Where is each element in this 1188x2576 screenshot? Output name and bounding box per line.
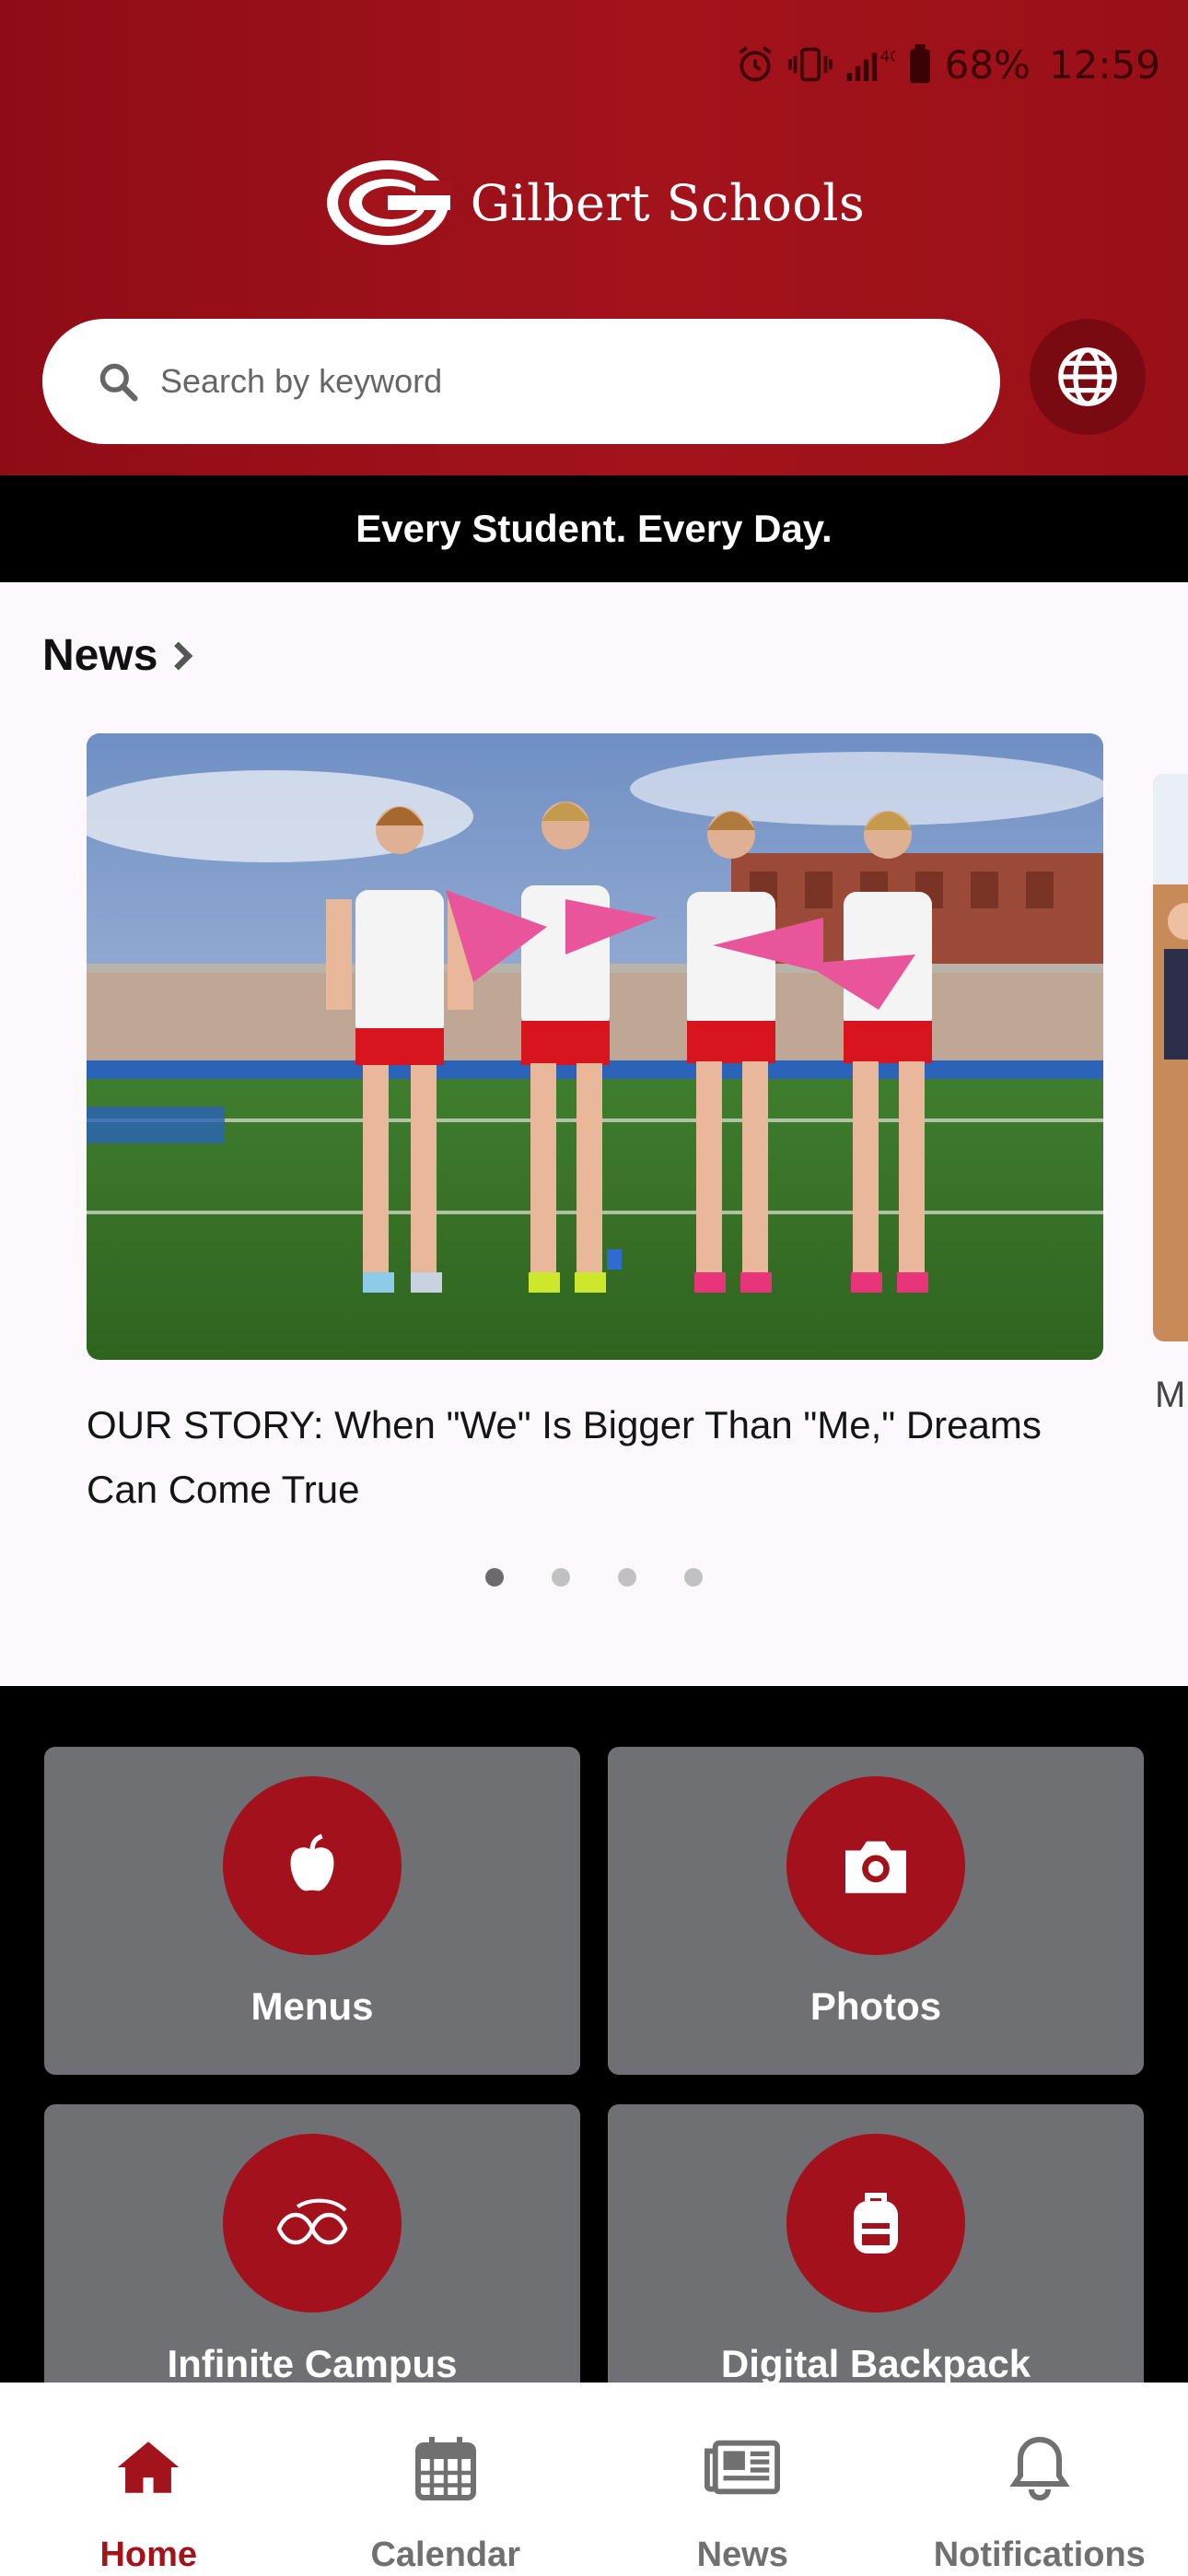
chevron-right-icon — [174, 640, 193, 671]
photos-label: Photos — [809, 1985, 942, 2028]
page-dot[interactable] — [684, 1568, 703, 1587]
home-icon — [118, 2441, 180, 2493]
g-logo-icon — [326, 160, 452, 245]
battery-icon — [909, 44, 930, 84]
search-icon — [99, 363, 138, 402]
carousel-pagination — [0, 1568, 1188, 1587]
vibrate-icon — [787, 47, 833, 82]
calendar-icon — [414, 2437, 476, 2500]
nav-notifications[interactable]: Notifications — [891, 2383, 1188, 2576]
app-header: 4G 68% 12:59 Gilbert Schools — [0, 0, 1188, 475]
language-button[interactable] — [1030, 319, 1146, 435]
news-section: News M OUR STORY: When "We" Is Bigger Th… — [0, 582, 1188, 1686]
photos-tile[interactable]: Photos — [608, 1747, 1144, 2075]
apple-icon — [290, 1833, 334, 1891]
news-card-image[interactable] — [87, 733, 1103, 1360]
search-bar[interactable] — [42, 319, 1000, 444]
clock: 12:59 — [1048, 41, 1160, 88]
alarm-icon — [738, 46, 772, 82]
tagline-text: Every Student. Every Day. — [355, 507, 833, 550]
nav-home[interactable]: Home — [0, 2383, 297, 2576]
battery-percent: 68% — [944, 41, 1031, 88]
app-title: Gilbert Schools — [470, 173, 866, 232]
quick-links-grid: Menus Photos Infinite Campus Digital Bac… — [0, 1686, 1188, 2383]
photos-icon-circle — [786, 1776, 965, 1955]
menus-tile[interactable]: Menus — [44, 1747, 580, 2075]
page-dot[interactable] — [618, 1568, 636, 1587]
page-dot[interactable] — [485, 1568, 504, 1587]
infinite-campus-icon-circle — [223, 2134, 402, 2313]
menus-label: Menus — [250, 1985, 374, 2028]
svg-text:4G: 4G — [879, 47, 894, 64]
news-section-link[interactable]: News — [42, 630, 196, 681]
next-news-photo — [1153, 774, 1188, 1341]
nav-calendar[interactable]: Calendar — [297, 2383, 595, 2576]
news-section-title: News — [42, 631, 158, 680]
signal-icon: 4G — [846, 47, 895, 81]
tagline-banner: Every Student. Every Day. — [0, 475, 1188, 582]
nav-home-label: Home — [99, 2535, 198, 2574]
bell-icon — [1009, 2436, 1070, 2500]
news-photo — [87, 733, 1103, 1360]
backpack-icon — [854, 2193, 898, 2254]
digital-backpack-tile[interactable]: Digital Backpack — [608, 2104, 1144, 2383]
search-input[interactable] — [160, 362, 952, 401]
nav-notifications-label: Notifications — [933, 2535, 1146, 2574]
newspaper-icon — [705, 2440, 781, 2495]
infinite-campus-icon — [276, 2198, 348, 2245]
status-bar: 4G 68% 12:59 — [735, 37, 1160, 92]
nav-calendar-label: Calendar — [370, 2535, 521, 2574]
infinite-campus-tile[interactable]: Infinite Campus — [44, 2104, 580, 2383]
news-headline[interactable]: OUR STORY: When "We" Is Bigger Than "Me,… — [87, 1393, 1100, 1522]
next-news-card[interactable] — [1153, 774, 1188, 1341]
infinite-campus-label: Infinite Campus — [167, 2342, 458, 2383]
nav-news[interactable]: News — [594, 2383, 891, 2576]
globe-icon — [1058, 347, 1117, 406]
bottom-navigation: Home Calendar News Notifications — [0, 2383, 1188, 2576]
camera-icon — [845, 1841, 906, 1893]
digital-backpack-label: Digital Backpack — [720, 2342, 1031, 2383]
brand-logo: Gilbert Schools — [0, 147, 1188, 258]
nav-news-label: News — [696, 2535, 788, 2574]
digital-backpack-icon-circle — [786, 2134, 965, 2313]
page-dot[interactable] — [552, 1568, 570, 1587]
next-news-headline: M — [1155, 1375, 1186, 1415]
menus-icon-circle — [223, 1776, 402, 1955]
